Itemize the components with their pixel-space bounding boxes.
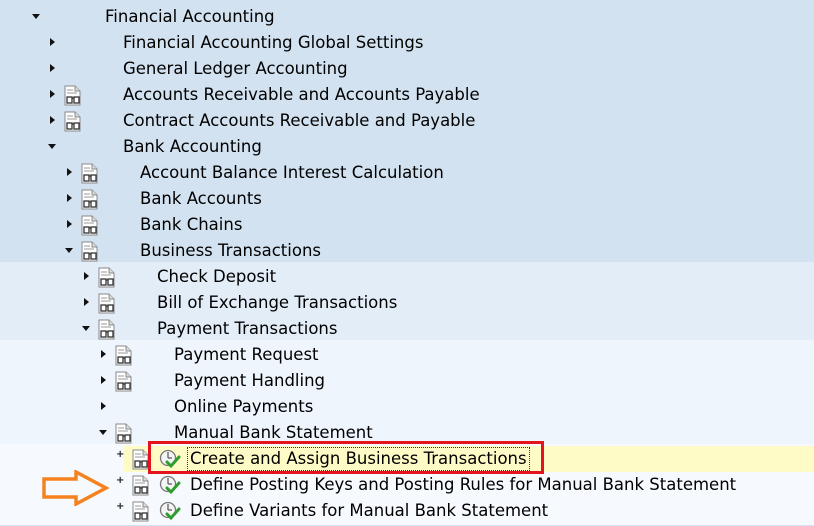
tree-node[interactable]: Financial Accounting Global Settings	[0, 30, 814, 56]
tree-node[interactable]: Accounts Receivable and Accounts Payable	[0, 82, 814, 108]
documentation-icon[interactable]	[132, 475, 150, 496]
tree-node-label[interactable]: Contract Accounts Receivable and Payable	[123, 110, 475, 132]
tree-node[interactable]: Bank Chains	[0, 212, 814, 238]
tree-node-label[interactable]: Bank Accounts	[140, 188, 262, 210]
expand-right-arrow-icon[interactable]	[82, 264, 92, 290]
expand-right-arrow-icon[interactable]	[99, 368, 109, 394]
leaf-bullet-icon	[116, 498, 126, 524]
tree-node-label[interactable]: General Ledger Accounting	[123, 58, 348, 80]
execute-activity-icon[interactable]	[159, 475, 181, 495]
tree-node-label[interactable]: Online Payments	[174, 396, 313, 418]
documentation-icon[interactable]	[81, 189, 99, 210]
tree-node[interactable]: General Ledger Accounting	[0, 56, 814, 82]
leaf-bullet-icon	[116, 446, 126, 472]
tree-node-label[interactable]: Define Variants for Manual Bank Statemen…	[190, 500, 548, 522]
documentation-icon[interactable]	[64, 85, 82, 106]
expand-right-arrow-icon[interactable]	[99, 342, 109, 368]
tree-node-label[interactable]: Bank Accounting	[123, 136, 262, 158]
tree-node-label[interactable]: Accounts Receivable and Accounts Payable	[123, 84, 480, 106]
expand-down-arrow-icon[interactable]	[48, 134, 58, 160]
documentation-icon[interactable]	[132, 501, 150, 522]
documentation-icon[interactable]	[115, 423, 133, 444]
tree-node-label[interactable]: Payment Request	[174, 344, 319, 366]
tree-node-label[interactable]: Payment Handling	[174, 370, 325, 392]
tree-node-label[interactable]: Account Balance Interest Calculation	[140, 162, 444, 184]
tree-node[interactable]: Account Balance Interest Calculation	[0, 160, 814, 186]
tree-node-label[interactable]: Business Transactions	[140, 240, 321, 262]
tree-node-label[interactable]: Define Posting Keys and Posting Rules fo…	[190, 474, 736, 496]
tree-node[interactable]: Financial Accounting	[0, 4, 814, 30]
tree-node[interactable]: Bill of Exchange Transactions	[0, 290, 814, 316]
expand-right-arrow-icon[interactable]	[82, 290, 92, 316]
documentation-icon[interactable]	[115, 345, 133, 366]
tree-node[interactable]: Payment Request	[0, 342, 814, 368]
expand-right-arrow-icon[interactable]	[65, 212, 75, 238]
documentation-icon[interactable]	[98, 319, 116, 340]
tree-node[interactable]: Bank Accounting	[0, 134, 814, 160]
tree-node[interactable]: Check Deposit	[0, 264, 814, 290]
documentation-icon[interactable]	[64, 111, 82, 132]
documentation-icon[interactable]	[98, 293, 116, 314]
documentation-icon[interactable]	[81, 215, 99, 236]
documentation-icon[interactable]	[81, 163, 99, 184]
tree-node[interactable]: Define Posting Keys and Posting Rules fo…	[0, 472, 814, 498]
expand-down-arrow-icon[interactable]	[99, 420, 109, 446]
tree-node-label[interactable]: Check Deposit	[157, 266, 276, 288]
expand-right-arrow-icon[interactable]	[99, 394, 109, 420]
tree-node[interactable]: Payment Transactions	[0, 316, 814, 342]
expand-right-arrow-icon[interactable]	[48, 82, 58, 108]
documentation-icon[interactable]	[115, 371, 133, 392]
tree-node[interactable]: Bank Accounts	[0, 186, 814, 212]
tree-node[interactable]: Payment Handling	[0, 368, 814, 394]
expand-right-arrow-icon[interactable]	[65, 160, 75, 186]
expand-right-arrow-icon[interactable]	[48, 108, 58, 134]
expand-down-arrow-icon[interactable]	[65, 238, 75, 264]
leaf-bullet-icon	[116, 472, 126, 498]
expand-right-arrow-icon[interactable]	[48, 30, 58, 56]
tree-node-label[interactable]: Payment Transactions	[157, 318, 337, 340]
tree-node-label[interactable]: Bank Chains	[140, 214, 242, 236]
tree-node[interactable]: Business Transactions	[0, 238, 814, 264]
highlight-box	[148, 441, 544, 474]
expand-right-arrow-icon[interactable]	[48, 56, 58, 82]
tree-node[interactable]: Contract Accounts Receivable and Payable	[0, 108, 814, 134]
tree-node[interactable]: Define Variants for Manual Bank Statemen…	[0, 498, 814, 524]
expand-right-arrow-icon[interactable]	[65, 186, 75, 212]
tree-node-label[interactable]: Financial Accounting Global Settings	[123, 32, 423, 54]
pointer-arrow-icon	[42, 470, 110, 506]
expand-down-arrow-icon[interactable]	[32, 4, 42, 30]
tree-node-label[interactable]: Financial Accounting	[105, 6, 275, 28]
execute-activity-icon[interactable]	[159, 501, 181, 521]
expand-down-arrow-icon[interactable]	[82, 316, 92, 342]
tree-node-label[interactable]: Bill of Exchange Transactions	[157, 292, 397, 314]
documentation-icon[interactable]	[98, 267, 116, 288]
documentation-icon[interactable]	[81, 241, 99, 262]
tree-node[interactable]: Online Payments	[0, 394, 814, 420]
